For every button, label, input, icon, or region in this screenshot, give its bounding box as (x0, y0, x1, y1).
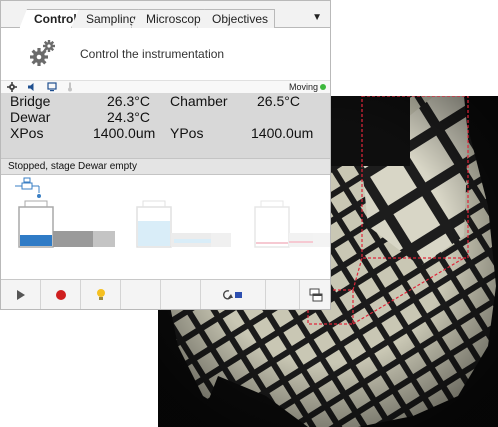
play-button[interactable] (1, 280, 41, 309)
panel-header: Control the instrumentation (1, 28, 330, 80)
tab-objectives[interactable]: Objectives (197, 9, 276, 28)
dewar-value: 24.3°C (107, 109, 150, 125)
panel-menu-arrow-icon[interactable]: ▼ (312, 12, 322, 23)
thermometer-icon (68, 82, 72, 92)
bridge-value: 26.3°C (107, 93, 150, 109)
monitor-icon[interactable] (47, 82, 57, 92)
window-stack-icon (309, 288, 323, 301)
cycle-icon (223, 289, 242, 299)
motion-status-indicator (320, 84, 326, 90)
toolbar-empty-slot[interactable] (266, 280, 300, 309)
status-message: Stopped, stage Dewar empty (1, 158, 330, 175)
ypos-value: 1400.0um (251, 125, 314, 141)
control-panel: Control Sampling Microscope Objectives ▼ (0, 0, 331, 310)
cycle-button[interactable] (201, 280, 266, 309)
xpos-label: XPos (10, 125, 44, 141)
chamber-label: Chamber (170, 93, 228, 109)
chamber-value: 26.5°C (257, 93, 300, 109)
toolbar-empty-slot[interactable] (161, 280, 201, 309)
toolbar-empty-slot[interactable] (121, 280, 161, 309)
bulb-icon (96, 288, 105, 300)
gear-icon[interactable] (7, 82, 17, 92)
gears-icon (30, 40, 55, 66)
dewar-label: Dewar (10, 109, 51, 125)
tab-bar: Control Sampling Microscope Objectives ▼ (1, 1, 330, 29)
panel-title: Control the instrumentation (80, 47, 225, 61)
window-stack-button[interactable] (300, 280, 330, 309)
record-icon (55, 289, 66, 300)
motion-status-label: Moving (288, 82, 318, 92)
status-icon-bar: Moving (1, 80, 330, 93)
bottom-toolbar (1, 279, 330, 309)
vessel-diagram-graphic (15, 177, 331, 248)
play-icon (16, 289, 25, 300)
bridge-label: Bridge (10, 93, 51, 109)
transfer-dewar[interactable] (254, 200, 331, 248)
valve-icon[interactable] (15, 177, 41, 198)
autoloader-dewar[interactable] (136, 200, 231, 248)
speaker-icon[interactable] (27, 82, 37, 92)
xpos-value: 1400.0um (93, 125, 156, 141)
ypos-label: YPos (170, 125, 204, 141)
stage-dewar[interactable] (18, 200, 115, 248)
record-button[interactable] (41, 280, 81, 309)
light-button[interactable] (81, 280, 121, 309)
vessel-diagram (1, 175, 331, 279)
readings-panel: Bridge 26.3°C Chamber 26.5°C Dewar 24.3°… (1, 93, 330, 158)
